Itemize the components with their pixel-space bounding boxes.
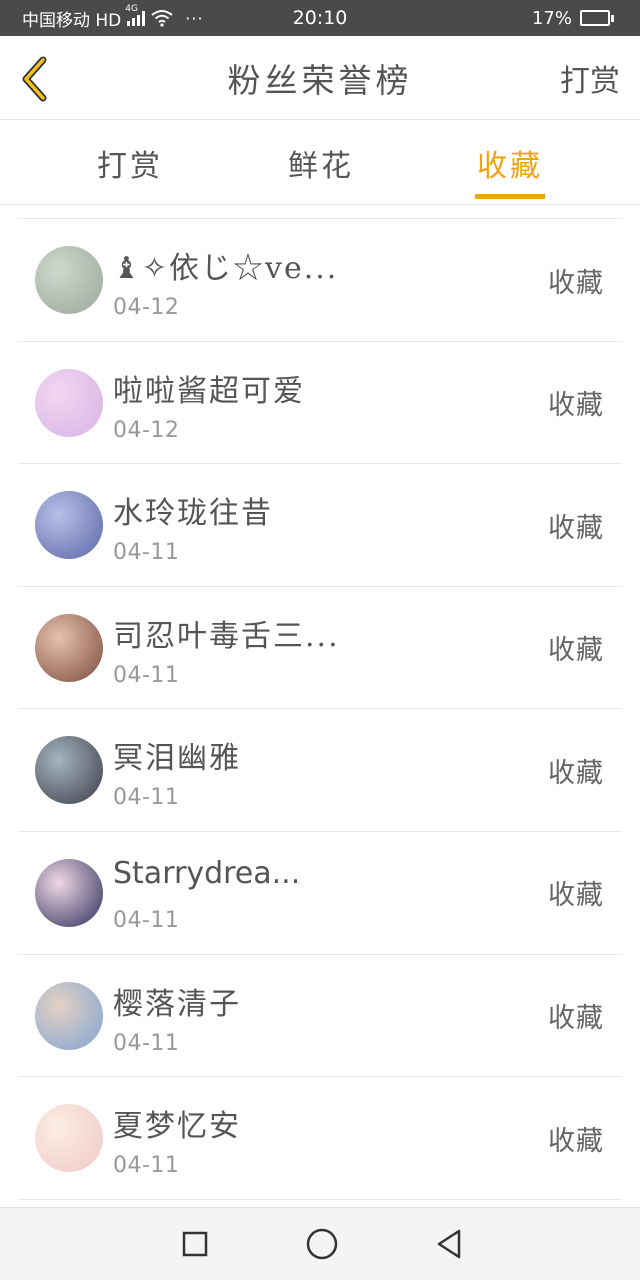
date: 04-12 (113, 295, 180, 320)
user-name: 水玲珑往昔 (113, 496, 273, 532)
action-label: 收藏 (548, 880, 604, 912)
user-name: 司忍叶毒舌三... (113, 618, 340, 654)
user-name: 夏梦忆安 (113, 1109, 241, 1145)
fan-list: ♝✧依じ☆ve... 04-12 收藏 啦啦酱超可爱 04-12 收藏 水玲珑往… (18, 218, 622, 1200)
list-item[interactable]: 司忍叶毒舌三... 04-11 收藏 (18, 587, 622, 710)
date: 04-11 (113, 1153, 180, 1179)
triangle-back-icon (437, 1229, 461, 1259)
list-item[interactable]: Starrydrea... 04-11 收藏 (18, 832, 622, 955)
tab-label: 鲜花 (288, 149, 354, 184)
action-label: 收藏 (548, 1003, 604, 1035)
date: 04-11 (113, 540, 180, 566)
action-label: 收藏 (548, 757, 604, 789)
status-bar: 中国移动 HD 4G ··· 20:10 17% (0, 0, 640, 36)
header-reward-button[interactable]: 打赏 (560, 36, 620, 120)
avatar[interactable] (35, 736, 103, 805)
action-label: 收藏 (548, 267, 604, 299)
list-item[interactable]: 夏梦忆安 04-11 收藏 (18, 1077, 622, 1200)
date: 04-12 (113, 417, 180, 443)
list-item[interactable]: 冥泪幽雅 04-11 收藏 (18, 709, 622, 832)
list-item[interactable]: 啦啦酱超可爱 04-12 收藏 (18, 342, 622, 465)
action-label: 收藏 (548, 390, 604, 422)
user-name: 啦啦酱超可爱 (113, 373, 305, 409)
list-item[interactable]: 樱落清子 04-11 收藏 (18, 955, 622, 1078)
navigation-bar (0, 1207, 640, 1280)
status-right: 17% (532, 0, 614, 36)
tab-label: 收藏 (477, 149, 543, 184)
user-name: 冥泪幽雅 (113, 741, 241, 777)
back-nav-button[interactable] (431, 1226, 467, 1262)
battery-icon (580, 10, 614, 26)
user-name: Starrydrea... (113, 855, 301, 891)
avatar[interactable] (35, 613, 103, 682)
avatar[interactable] (35, 491, 103, 560)
avatar[interactable] (35, 246, 103, 314)
date: 04-11 (113, 662, 180, 688)
tab-flowers[interactable]: 鲜花 (241, 121, 401, 205)
list-item[interactable]: ♝✧依じ☆ve... 04-12 收藏 (18, 219, 622, 342)
tab-reward[interactable]: 打赏 (50, 121, 210, 205)
date: 04-11 (113, 785, 180, 811)
battery-percent: 17% (531, 7, 572, 29)
page-title: 粉丝荣誉榜 (227, 61, 413, 100)
tab-label: 打赏 (97, 149, 163, 184)
action-label: 收藏 (548, 635, 604, 667)
list-item[interactable]: 水玲珑往昔 04-11 收藏 (18, 464, 622, 587)
tab-favorites[interactable]: 收藏 (430, 121, 590, 205)
recents-button[interactable] (177, 1226, 213, 1262)
date: 04-11 (113, 907, 180, 933)
active-tab-indicator (475, 194, 545, 199)
tab-bar: 打赏 鲜花 收藏 (0, 121, 640, 205)
user-name: ♝✧依じ☆ve... (113, 251, 339, 286)
square-icon (182, 1231, 208, 1257)
date: 04-11 (113, 1030, 180, 1056)
action-label: 收藏 (548, 1125, 604, 1157)
user-name: 樱落清子 (113, 986, 241, 1022)
avatar[interactable] (35, 858, 103, 927)
screen: 中国移动 HD 4G ··· 20:10 17% 粉丝荣誉榜 打赏 打赏 鲜花 … (0, 0, 640, 1280)
header: 粉丝荣誉榜 打赏 (0, 36, 640, 120)
avatar[interactable] (35, 981, 103, 1050)
action-label: 收藏 (548, 512, 604, 544)
circle-icon (306, 1228, 338, 1260)
avatar[interactable] (35, 1104, 103, 1173)
home-button[interactable] (304, 1226, 340, 1262)
avatar[interactable] (35, 368, 103, 437)
